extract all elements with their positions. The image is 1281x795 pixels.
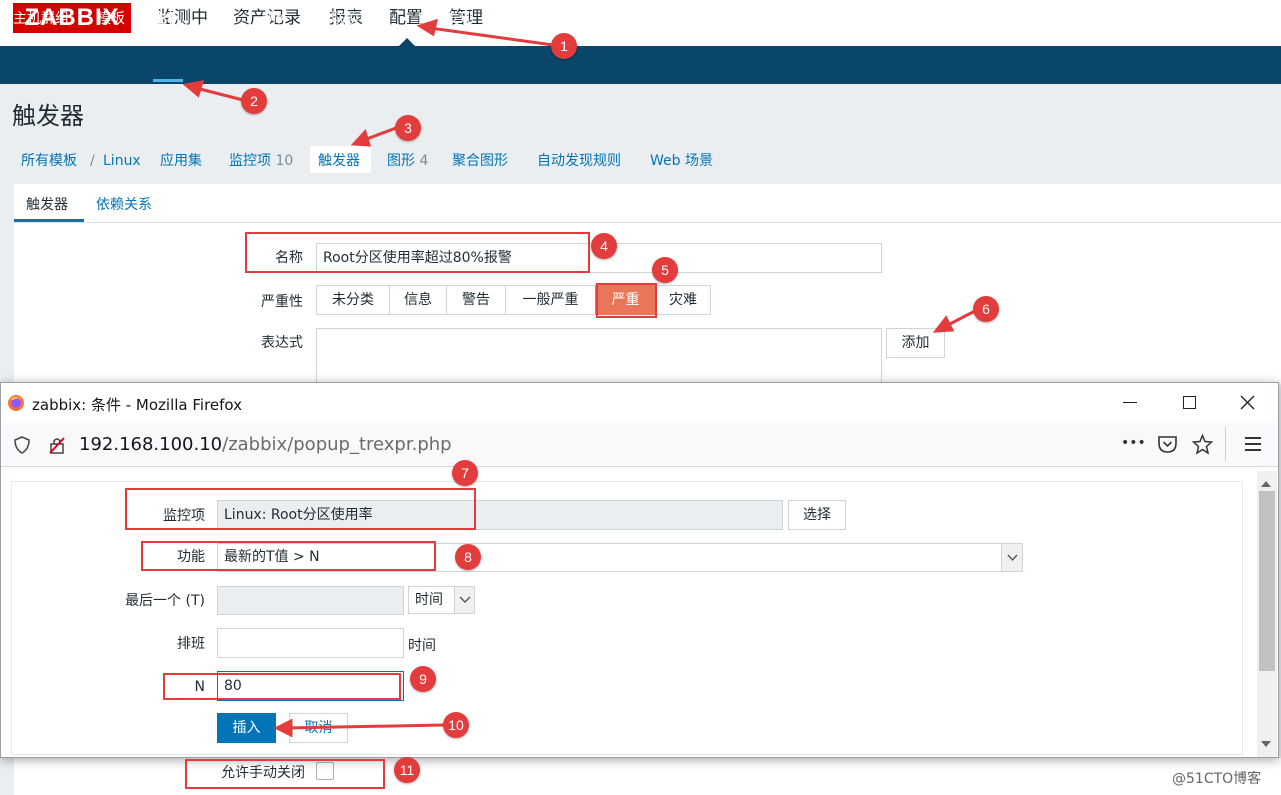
severity-label: 严重性: [261, 294, 303, 310]
submenu-templates[interactable]: 模板: [97, 10, 125, 28]
highlight-item-field: [125, 488, 476, 530]
annotation-9: 9: [410, 666, 436, 692]
url-path: /zabbix/popup_trexpr.php: [222, 434, 452, 455]
nav-items-label: 监控项: [229, 153, 271, 169]
highlight-severity-high: [596, 283, 657, 318]
breadcrumb-host[interactable]: Linux: [103, 152, 141, 170]
nav-web-scenarios[interactable]: Web 场景: [650, 152, 713, 170]
severity-information[interactable]: 信息: [389, 285, 447, 315]
nav-graphs[interactable]: 图形 4: [387, 152, 428, 170]
popup-titlebar: zabbix: 条件 - Mozilla Firefox: [1, 383, 1278, 423]
last-t-unit-dropdown[interactable]: [454, 587, 474, 613]
annotation-8: 8: [455, 544, 481, 570]
submenu-event-correlation[interactable]: 关联项事件: [317, 10, 387, 28]
last-t-input: [217, 586, 404, 615]
insecure-lock-icon[interactable]: [47, 435, 67, 455]
pocket-icon[interactable]: [1157, 434, 1178, 455]
popup-window-title: zabbix: 条件 - Mozilla Firefox: [32, 396, 243, 414]
shift-unit: 时间: [408, 638, 436, 654]
highlight-name-field: [245, 232, 590, 273]
submenu-services[interactable]: 服务: [502, 10, 530, 28]
severity-not-classified[interactable]: 未分类: [316, 285, 390, 315]
insert-button[interactable]: 插入: [217, 713, 276, 743]
firefox-icon: [8, 395, 24, 411]
active-menu-marker: [399, 38, 415, 46]
scroll-down-arrow[interactable]: [1261, 741, 1271, 747]
chevron-down-icon: [1007, 554, 1018, 562]
annotation-5: 5: [652, 257, 678, 283]
highlight-manual-close: [185, 759, 385, 789]
breadcrumb-separator: /: [90, 153, 95, 169]
annotation-3: 3: [395, 115, 421, 141]
submenu-maintenance[interactable]: 维护: [207, 10, 235, 28]
active-submenu-underline: [153, 79, 183, 82]
close-icon[interactable]: [1240, 395, 1255, 410]
url-host: 192.168.100.10: [79, 434, 223, 455]
annotation-7: 7: [452, 460, 478, 486]
popup-urlbar: 192.168.100.10/zabbix/popup_trexpr.php •…: [1, 423, 1278, 467]
maximize-icon[interactable]: [1183, 396, 1196, 409]
add-expression-button[interactable]: 添加: [886, 328, 945, 358]
submenu-host-groups[interactable]: 主机群组: [13, 10, 69, 28]
chevron-down-icon: [459, 596, 471, 603]
page-actions-icon[interactable]: •••: [1121, 435, 1146, 451]
page-title: 触发器: [12, 102, 84, 130]
scroll-up-arrow[interactable]: [1261, 481, 1271, 487]
nav-discovery-rules[interactable]: 自动发现规则: [537, 152, 621, 170]
menu-hamburger-icon[interactable]: [1245, 437, 1261, 451]
nav-triggers[interactable]: 触发器: [318, 152, 360, 170]
highlight-n-field: [163, 673, 401, 700]
breadcrumb-all-templates[interactable]: 所有模板: [21, 152, 77, 170]
bookmark-star-icon[interactable]: [1192, 434, 1213, 455]
annotation-4: 4: [591, 233, 617, 259]
function-dropdown-button[interactable]: [1001, 544, 1022, 571]
severity-average[interactable]: 一般严重: [505, 285, 596, 315]
annotation-6: 6: [973, 296, 999, 322]
expression-label: 表达式: [261, 335, 303, 351]
select-item-button[interactable]: 选择: [788, 500, 846, 530]
watermark: @51CTO博客: [1172, 771, 1262, 787]
minimize-icon[interactable]: [1123, 402, 1137, 403]
severity-disaster[interactable]: 灾难: [655, 285, 711, 315]
toolbar-divider: [1225, 427, 1226, 461]
annotation-1: 1: [551, 33, 577, 59]
highlight-function-field: [141, 541, 436, 571]
annotation-2: 2: [241, 88, 267, 114]
shift-label: 排班: [177, 636, 205, 652]
submenu-discovery[interactable]: 自动发现: [417, 10, 473, 28]
submenu-hosts[interactable]: 主机: [153, 10, 181, 28]
severity-warning[interactable]: 警告: [446, 285, 506, 315]
nav-items-count: 10: [275, 153, 294, 169]
shift-input[interactable]: [217, 628, 404, 658]
popup-scrollbar[interactable]: [1257, 471, 1277, 757]
nav-applications[interactable]: 应用集: [160, 152, 202, 170]
active-tab-underline: [14, 219, 84, 222]
scroll-thumb[interactable]: [1259, 491, 1275, 671]
nav-graphs-label: 图形: [387, 153, 415, 169]
popup-url[interactable]: 192.168.100.10/zabbix/popup_trexpr.php: [79, 433, 452, 457]
nav-graphs-count: 4: [419, 153, 429, 169]
sub-menu-bar: [0, 46, 1281, 84]
cancel-button[interactable]: 取消: [289, 713, 348, 743]
annotation-10: 10: [443, 712, 469, 738]
expression-textarea[interactable]: [316, 328, 882, 384]
tab-trigger[interactable]: 触发器: [26, 196, 68, 214]
nav-screens[interactable]: 聚合图形: [452, 152, 508, 170]
tab-dependencies[interactable]: 依赖关系: [96, 196, 152, 214]
shield-icon[interactable]: [13, 436, 31, 454]
nav-items[interactable]: 监控项 10: [229, 152, 293, 170]
tab-divider: [14, 222, 1281, 223]
submenu-actions[interactable]: 动作: [262, 10, 290, 28]
last-t-label: 最后一个 (T): [125, 593, 205, 609]
annotation-11: 11: [394, 757, 420, 783]
